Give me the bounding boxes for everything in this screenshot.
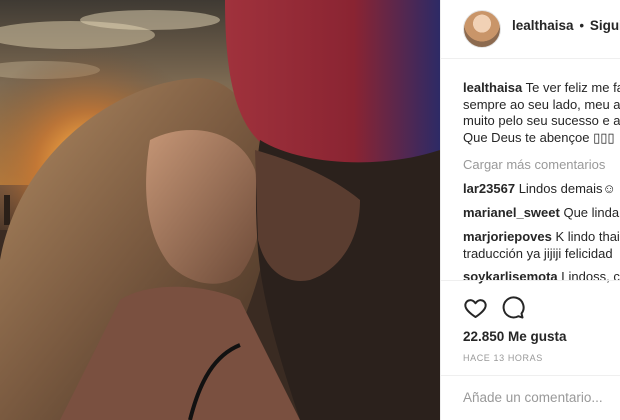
comment-text: K lindo thai: [555, 229, 620, 244]
comment-username[interactable]: soykarlisemota: [463, 269, 558, 284]
caption-username[interactable]: lealthaisa: [463, 80, 522, 95]
heart-outline-icon[interactable]: [463, 296, 488, 320]
comment-item: lar23567 Lindos demais☺: [463, 181, 616, 198]
comment-text: Lindos demais☺: [518, 181, 616, 196]
load-more-comments-link[interactable]: Cargar más comentarios: [463, 157, 605, 172]
comment-username[interactable]: marianel_sweet: [463, 205, 560, 220]
post-header-text: lealthaisa • Siguie: [512, 18, 620, 33]
post-timestamp[interactable]: HACE 13 HORAS: [463, 353, 543, 363]
header-username[interactable]: lealthaisa: [512, 18, 574, 33]
header-separator: •: [579, 18, 585, 33]
caption-line-3: muito pelo seu sucesso e a: [463, 113, 620, 128]
comment-item: marianel_sweet Que linda!: [463, 205, 620, 222]
avatar[interactable]: [463, 10, 501, 48]
post-photo[interactable]: [0, 0, 440, 420]
caption-line-2: sempre ao seu lado, meu a: [463, 96, 620, 112]
post-side-panel: lealthaisa • Siguie lealthaisa Te ver fe…: [440, 0, 620, 420]
speech-bubble-icon[interactable]: [501, 296, 525, 320]
comment-username[interactable]: lar23567: [463, 181, 515, 196]
comment-username[interactable]: marjoriepoves: [463, 229, 552, 244]
comment-divider: [441, 375, 620, 376]
post-header: lealthaisa • Siguie: [441, 0, 620, 59]
comment-text: Lindoss, cu: [561, 269, 620, 284]
comment-text: Que linda!: [563, 205, 620, 220]
add-comment-input[interactable]: Añade un comentario...: [463, 390, 603, 405]
comment-item: marjoriepoves K lindo thai traducción ya…: [463, 229, 620, 262]
follow-button[interactable]: Siguie: [590, 18, 620, 33]
likes-count[interactable]: 22.850 Me gusta: [463, 329, 567, 344]
photo-scene: [0, 0, 440, 420]
comment-item: soykarlisemota Lindoss, cu: [463, 269, 620, 286]
caption-line-1: Te ver feliz me fa: [525, 80, 620, 95]
actions-divider: [441, 280, 620, 281]
post-caption: lealthaisa Te ver feliz me fa sempre ao …: [463, 80, 620, 146]
caption-line-4: Que Deus te abençoe ▯▯▯: [463, 129, 615, 145]
comment-text-line-2: traducción ya jijiji felicidad: [463, 245, 613, 261]
